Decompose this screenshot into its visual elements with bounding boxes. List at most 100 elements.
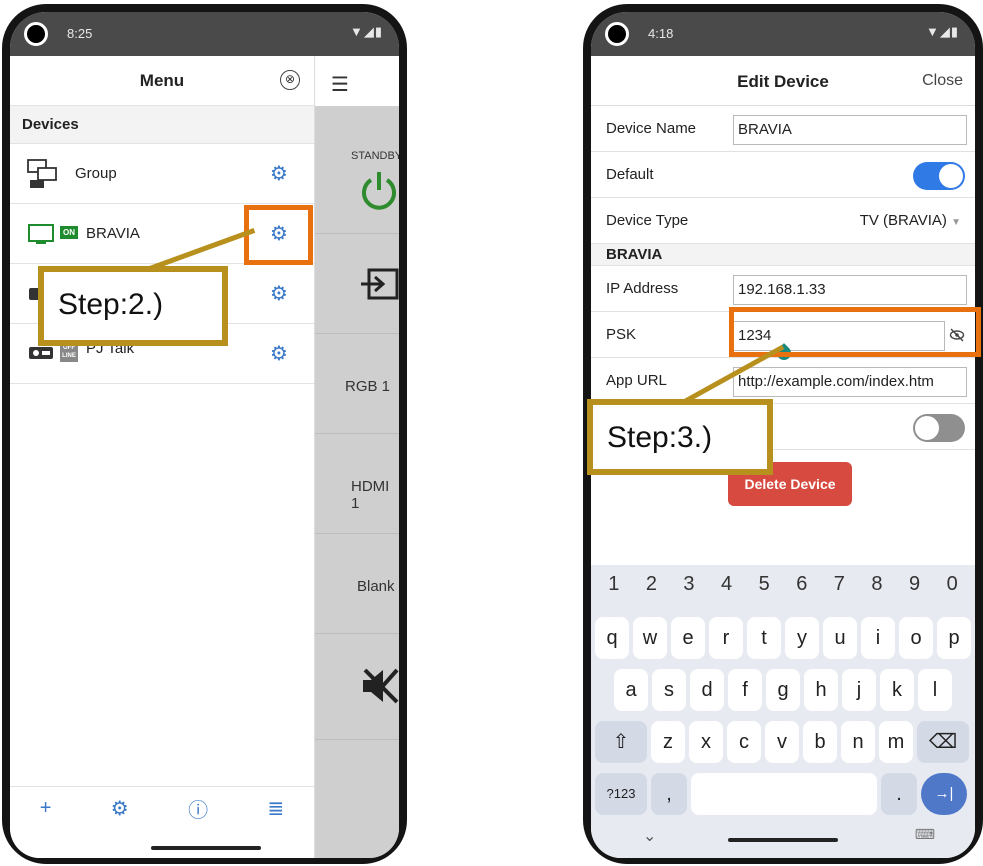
- key-d[interactable]: d: [690, 669, 724, 711]
- home-indicator[interactable]: [151, 846, 261, 850]
- key-j[interactable]: j: [842, 669, 876, 711]
- shift-key[interactable]: ⇧: [595, 721, 647, 763]
- key-x[interactable]: x: [689, 721, 723, 763]
- group-monitors-icon: [27, 159, 57, 188]
- on-badge: ON: [60, 226, 78, 239]
- toggle-knob: [915, 416, 939, 440]
- key-w[interactable]: w: [633, 617, 667, 659]
- menu-title: Menu: [139, 71, 185, 90]
- key-s[interactable]: s: [652, 669, 686, 711]
- close-icon[interactable]: ⊗: [280, 70, 300, 90]
- close-button[interactable]: Close: [922, 72, 963, 90]
- ip-address-field[interactable]: 192.168.1.33: [733, 275, 967, 305]
- home-indicator[interactable]: [728, 838, 838, 842]
- key-h[interactable]: h: [804, 669, 838, 711]
- key-u[interactable]: u: [823, 617, 857, 659]
- status-bar: 8:25 ▼◢▮: [10, 12, 399, 56]
- key-2[interactable]: 2: [646, 573, 657, 609]
- key-6[interactable]: 6: [796, 573, 807, 609]
- key-o[interactable]: o: [899, 617, 933, 659]
- device-name-field[interactable]: BRAVIA: [733, 115, 967, 145]
- device-label: Group: [75, 165, 117, 182]
- key-r[interactable]: r: [709, 617, 743, 659]
- gear-icon[interactable]: ⚙: [268, 164, 290, 186]
- key-9[interactable]: 9: [909, 573, 920, 609]
- device-type-value: TV (BRAVIA): [859, 212, 947, 229]
- key-8[interactable]: 8: [871, 573, 882, 609]
- key-a[interactable]: a: [614, 669, 648, 711]
- camera-cutout: [24, 22, 48, 46]
- blank-button[interactable]: Blank: [315, 534, 399, 634]
- key-v[interactable]: v: [765, 721, 799, 763]
- app-url-label: App URL: [606, 372, 667, 389]
- settings-icon[interactable]: ⚙: [111, 796, 129, 821]
- input-button[interactable]: [315, 234, 399, 334]
- space-key[interactable]: [691, 773, 877, 815]
- enter-key[interactable]: →|: [921, 773, 967, 815]
- key-row-1: q w e r t y u i o p: [595, 617, 971, 659]
- input-icon: [361, 268, 399, 300]
- key-row-2: a s d f g h j k l: [614, 669, 952, 711]
- key-e[interactable]: e: [671, 617, 705, 659]
- symbols-key[interactable]: ?123: [595, 773, 647, 815]
- key-3[interactable]: 3: [683, 573, 694, 609]
- status-bar: 4:18 ▼◢▮: [591, 12, 975, 56]
- keyboard-switch-icon[interactable]: ⌨: [915, 826, 935, 843]
- period-key[interactable]: .: [881, 773, 917, 815]
- standby-button[interactable]: STANDBY: [315, 134, 399, 234]
- device-name-label: Device Name: [606, 120, 697, 137]
- drawer-bottom-bar: + ⚙ ⓘ ≣: [10, 786, 314, 830]
- keyboard-nav-bar: ⌄ ⌨: [591, 818, 975, 858]
- soft-keyboard: 1 2 3 4 5 6 7 8 9 0 q w e r t y u i o p …: [591, 565, 975, 858]
- key-l[interactable]: l: [918, 669, 952, 711]
- key-m[interactable]: m: [879, 721, 913, 763]
- device-name-row: Device Name BRAVIA: [591, 106, 975, 152]
- power-icon: [362, 172, 396, 210]
- status-time: 4:18: [648, 26, 674, 41]
- edit-header: Edit Device Close: [591, 56, 975, 106]
- status-time: 8:25: [67, 26, 93, 41]
- blank-label: Blank: [357, 578, 395, 595]
- key-g[interactable]: g: [766, 669, 800, 711]
- key-q[interactable]: q: [595, 617, 629, 659]
- device-type-select[interactable]: TV (BRAVIA) ▼: [860, 212, 961, 229]
- mute-icon: [363, 668, 399, 704]
- key-i[interactable]: i: [861, 617, 895, 659]
- key-1[interactable]: 1: [608, 573, 619, 609]
- key-n[interactable]: n: [841, 721, 875, 763]
- key-k[interactable]: k: [880, 669, 914, 711]
- device-type-row: Device Type TV (BRAVIA) ▼: [591, 198, 975, 244]
- key-f[interactable]: f: [728, 669, 762, 711]
- key-b[interactable]: b: [803, 721, 837, 763]
- key-c[interactable]: c: [727, 721, 761, 763]
- backspace-key[interactable]: ⌫: [917, 721, 969, 763]
- key-z[interactable]: z: [651, 721, 685, 763]
- app-url-field[interactable]: http://example.com/index.htm: [733, 367, 967, 397]
- step3-callout: Step:3.): [587, 399, 773, 475]
- device-type-label: Device Type: [606, 212, 689, 229]
- gear-icon[interactable]: ⚙: [268, 344, 290, 366]
- key-p[interactable]: p: [937, 617, 971, 659]
- key-4[interactable]: 4: [721, 573, 732, 609]
- gear-icon[interactable]: ⚙: [268, 284, 290, 306]
- key-t[interactable]: t: [747, 617, 781, 659]
- tv-icon: [28, 224, 54, 244]
- collapse-keyboard-icon[interactable]: ⌄: [643, 826, 656, 846]
- extra-toggle[interactable]: [913, 414, 965, 442]
- comma-key[interactable]: ,: [651, 773, 687, 815]
- psk-label: PSK: [606, 326, 637, 343]
- list-icon[interactable]: ≣: [267, 796, 284, 821]
- default-toggle[interactable]: [913, 162, 965, 190]
- device-row-group[interactable]: Group ⚙: [10, 144, 314, 204]
- add-icon[interactable]: +: [40, 797, 52, 820]
- hdmi1-button[interactable]: HDMI 1: [315, 434, 399, 534]
- key-0[interactable]: 0: [947, 573, 958, 609]
- key-5[interactable]: 5: [759, 573, 770, 609]
- key-7[interactable]: 7: [834, 573, 845, 609]
- key-row-4: ?123 , . →|: [595, 773, 967, 815]
- mute-button[interactable]: [315, 634, 399, 740]
- key-y[interactable]: y: [785, 617, 819, 659]
- hamburger-icon[interactable]: ☰: [331, 72, 349, 97]
- rgb1-button[interactable]: RGB 1: [315, 334, 399, 434]
- info-icon[interactable]: ⓘ: [188, 794, 208, 823]
